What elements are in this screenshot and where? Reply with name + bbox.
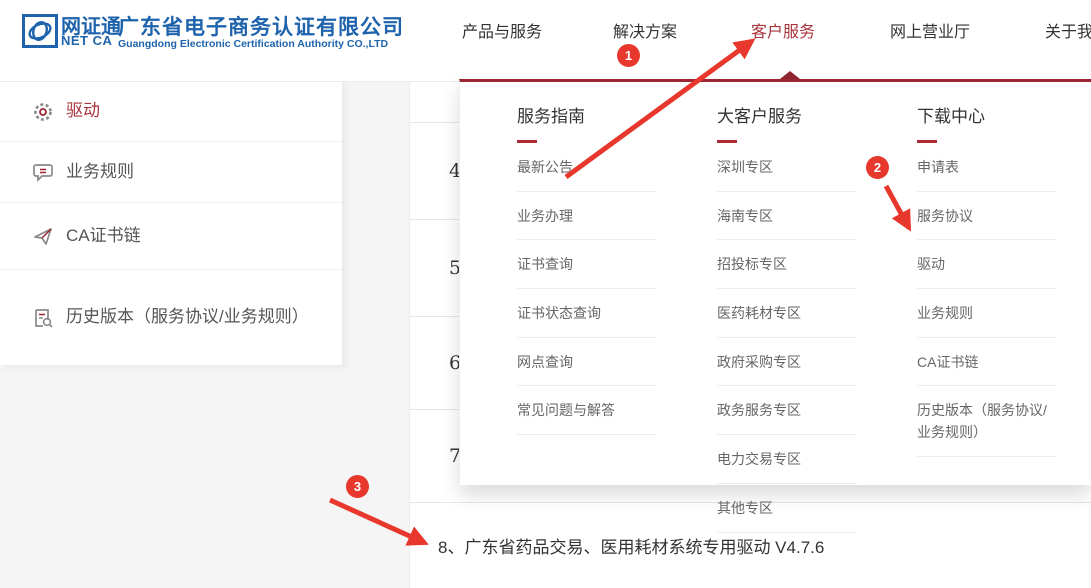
- list-item-number: 7: [410, 445, 461, 467]
- menu-item-hainan-zone[interactable]: 海南专区: [717, 192, 857, 241]
- sidebar-item-ca-cert-chain[interactable]: CA证书链: [0, 203, 342, 270]
- nav-products-services[interactable]: 产品与服务: [442, 18, 562, 42]
- paper-plane-icon: [32, 225, 54, 247]
- menu-item-bidding-zone[interactable]: 招投标专区: [717, 240, 857, 289]
- company-name-cn: 广东省电子商务认证有限公司: [118, 11, 404, 41]
- gear-icon: [32, 101, 54, 123]
- menu-item-latest-announcements[interactable]: 最新公告: [517, 143, 657, 192]
- annotation-badge-2: 2: [866, 156, 889, 179]
- customer-service-mega-menu: 服务指南 最新公告 业务办理 证书查询 证书状态查询 网点查询 常见问题与解答 …: [459, 79, 1091, 485]
- menu-item-faq[interactable]: 常见问题与解答: [517, 386, 657, 435]
- annotation-badge-3: 3: [346, 475, 369, 498]
- menu-item-driver[interactable]: 驱动: [917, 240, 1057, 289]
- menu-item-business-handling[interactable]: 业务办理: [517, 192, 657, 241]
- menu-column-major-clients: 大客户服务 深圳专区 海南专区 招投标专区 医药耗材专区 政府采购专区 政务服务…: [717, 102, 857, 533]
- list-item-number: 4: [410, 160, 461, 182]
- menu-item-shenzhen-zone[interactable]: 深圳专区: [717, 143, 857, 192]
- nav-customer-service[interactable]: 客户服务: [723, 18, 843, 42]
- company-name-en: Guangdong Electronic Certification Autho…: [118, 38, 388, 50]
- netca-logo-icon[interactable]: [22, 14, 58, 48]
- menu-item-certificate-status-query[interactable]: 证书状态查询: [517, 289, 657, 338]
- sidebar-item-business-rules[interactable]: 业务规则: [0, 142, 342, 203]
- sidebar-item-label: 业务规则: [66, 159, 134, 185]
- menu-column-title: 下载中心: [917, 102, 1057, 127]
- menu-column-service-guide: 服务指南 最新公告 业务办理 证书查询 证书状态查询 网点查询 常见问题与解答: [517, 102, 657, 435]
- menu-item-service-agreement[interactable]: 服务协议: [917, 192, 1057, 241]
- driver-item-label: 8、广东省药品交易、医用耗材系统专用驱动 V4.7.6: [410, 533, 824, 558]
- menu-item-certificate-query[interactable]: 证书查询: [517, 240, 657, 289]
- nav-online-hall[interactable]: 网上营业厅: [870, 18, 990, 42]
- menu-column-title: 大客户服务: [717, 102, 857, 127]
- menu-column-title: 服务指南: [517, 102, 657, 127]
- menu-column-download-center: 下载中心 申请表 服务协议 驱动 业务规则 CA证书链 历史版本（服务协议/业务…: [917, 102, 1057, 457]
- menu-item-branch-query[interactable]: 网点查询: [517, 338, 657, 387]
- sidebar-item-history-versions[interactable]: 历史版本（服务协议/业务规则）: [0, 270, 342, 365]
- chat-bubble-icon: [32, 161, 54, 183]
- document-search-icon: [32, 307, 54, 329]
- nav-about-us[interactable]: 关于我们: [1017, 18, 1091, 42]
- menu-item-business-rules[interactable]: 业务规则: [917, 289, 1057, 338]
- sidebar-item-label: CA证书链: [66, 223, 141, 249]
- logo-en-text: NET CA: [61, 33, 112, 48]
- list-item-number: 6: [410, 352, 461, 374]
- menu-item-ca-cert-chain[interactable]: CA证书链: [917, 338, 1057, 387]
- menu-item-other-zones[interactable]: 其他专区: [717, 484, 857, 533]
- nav-solutions[interactable]: 解决方案: [585, 18, 705, 42]
- menu-item-medical-consumables-zone[interactable]: 医药耗材专区: [717, 289, 857, 338]
- menu-item-application-form[interactable]: 申请表: [917, 143, 1057, 192]
- top-header: 网证通 NET CA 广东省电子商务认证有限公司 Guangdong Elect…: [0, 0, 1091, 82]
- menu-item-gov-procurement-zone[interactable]: 政府采购专区: [717, 338, 857, 387]
- menu-item-power-trading-zone[interactable]: 电力交易专区: [717, 435, 857, 484]
- sidebar-item-driver[interactable]: 驱动: [0, 82, 342, 142]
- list-item-number: 5: [410, 257, 461, 279]
- menu-item-gov-affairs-zone[interactable]: 政务服务专区: [717, 386, 857, 435]
- dropdown-caret-icon: [780, 71, 800, 79]
- menu-item-history-versions[interactable]: 历史版本（服务协议/业务规则）: [917, 386, 1057, 456]
- sidebar-item-label: 驱动: [66, 98, 100, 124]
- netca-logo-glyph: [25, 17, 55, 45]
- sidebar-item-label: 历史版本（服务协议/业务规则）: [66, 304, 309, 330]
- download-sidebar: 驱动 业务规则 CA证书链 历史版本（服务协议/业务规则）: [0, 82, 343, 365]
- annotation-badge-1: 1: [617, 44, 640, 67]
